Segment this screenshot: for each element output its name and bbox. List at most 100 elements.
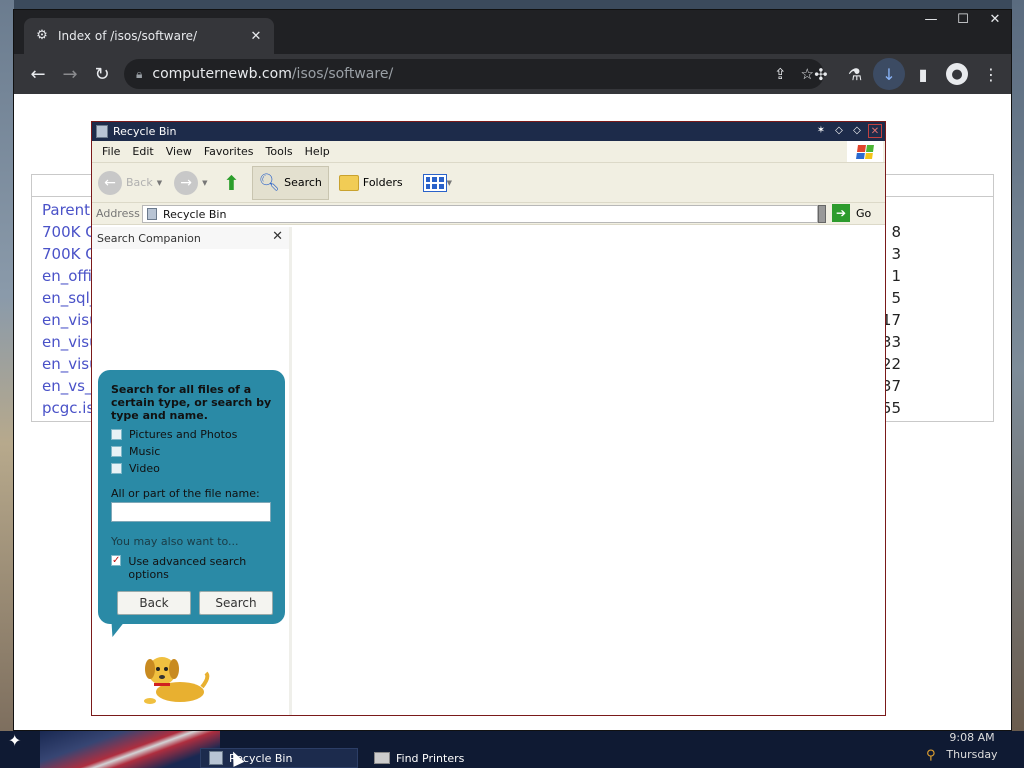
clock-time[interactable]: 9:08 AM (932, 731, 1012, 744)
go-arrow-icon: ➔ (832, 204, 850, 222)
search-submit-button[interactable]: Search (199, 591, 273, 615)
taskbar-item-label: Find Printers (396, 751, 465, 765)
maximize-icon[interactable]: ◇ (850, 124, 864, 138)
quick-launch-area (40, 731, 220, 768)
folder-icon (338, 174, 359, 191)
explorer-body: Search Companion ✕ Search for all files … (92, 227, 885, 715)
address-bar-row: Address Recycle Bin ➔ Go (92, 203, 885, 225)
advanced-checkbox[interactable]: ✓ (111, 555, 122, 566)
profile-avatar[interactable]: ● (941, 58, 973, 90)
address-field[interactable]: Recycle Bin (142, 205, 818, 223)
back-label[interactable]: Back (126, 176, 153, 189)
browser-toolbar: ← → ↻ 🔒︎ computernewb.com/isos/software/… (14, 54, 1011, 94)
search-companion-pane: Search Companion ✕ Search for all files … (92, 227, 292, 715)
filename-input[interactable] (111, 502, 271, 522)
also-want-label: You may also want to... (111, 535, 239, 548)
listing-size: 3 (891, 245, 901, 263)
search-dog-icon[interactable] (140, 647, 210, 707)
minimize-icon[interactable]: ◇ (832, 124, 846, 138)
option-pictures[interactable]: Pictures and Photos (111, 428, 272, 441)
back-button[interactable]: Back (117, 591, 191, 615)
taskbar-item-find-printers[interactable]: Find Printers (366, 748, 516, 768)
checkbox[interactable] (111, 429, 122, 440)
side-panel-icon[interactable]: ▮ (907, 58, 939, 90)
tab-close-icon[interactable]: ✕ (248, 29, 264, 44)
folder-up-icon[interactable]: ⬆ (220, 171, 244, 195)
views-grid-icon (422, 173, 447, 192)
views-button[interactable]: ▼ (422, 173, 460, 192)
explorer-titlebar[interactable]: Recycle Bin ✶ ◇ ◇ ✕ (92, 122, 885, 141)
option-music[interactable]: Music (111, 445, 272, 458)
minimize-icon[interactable]: — (915, 10, 947, 30)
address-dropdown[interactable] (818, 205, 826, 223)
back-dropdown-icon[interactable]: ▼ (157, 179, 162, 187)
option-video[interactable]: Video (111, 462, 272, 475)
menu-view[interactable]: View (160, 145, 198, 158)
menu-kebab-icon[interactable]: ⋮ (975, 58, 1007, 90)
clock-day[interactable]: Thursday (932, 748, 1012, 761)
maximize-icon[interactable]: ☐ (947, 10, 979, 30)
search-label: Search (284, 176, 322, 189)
search-button[interactable]: 🔍︎ Search (251, 165, 329, 200)
checkbox[interactable] (111, 463, 122, 474)
listing-size: 1 (891, 267, 901, 285)
listing-link[interactable]: Parent (42, 201, 90, 219)
url-host: computernewb.com (152, 66, 292, 82)
checkbox[interactable] (111, 446, 122, 457)
listing-link[interactable]: 700K G (42, 245, 97, 263)
browser-window-controls: — ☐ ✕ (915, 10, 1011, 30)
filename-label: All or part of the file name: (111, 487, 260, 500)
url-path: /isos/software/ (291, 66, 394, 82)
menu-edit[interactable]: Edit (126, 145, 159, 158)
listing-link[interactable]: 700K G (42, 223, 97, 241)
search-question: Search for all files of a certain type, … (111, 383, 272, 422)
listing-size: 5 (891, 289, 901, 307)
download-icon[interactable]: ↓ (873, 58, 905, 90)
taskbar-item-recycle-bin[interactable]: Recycle Bin (200, 748, 358, 768)
lock-icon: 🔒︎ (136, 66, 143, 81)
close-window-icon[interactable]: ✕ (979, 10, 1011, 30)
forward-arrow-icon[interactable]: → (54, 58, 86, 90)
option-label: Video (129, 462, 160, 475)
share-icon[interactable]: ⇪ (774, 65, 787, 83)
tab-title: Index of /isos/software/ (58, 29, 198, 43)
browser-tab[interactable]: ⚙ Index of /isos/software/ ✕ (24, 18, 274, 54)
go-button[interactable]: ➔ Go (832, 204, 871, 222)
forward-arrow-icon[interactable]: → (174, 170, 199, 195)
start-icon[interactable]: ✦ (8, 731, 30, 750)
system-tray: ⚲ 9:08 AM Thursday (926, 731, 1012, 763)
menu-tools[interactable]: Tools (260, 145, 299, 158)
back-arrow-icon[interactable]: ← (22, 58, 54, 90)
menu-file[interactable]: File (96, 145, 126, 158)
forward-dropdown-icon[interactable]: ▼ (202, 179, 207, 187)
menu-help[interactable]: Help (299, 145, 336, 158)
search-companion-title: Search Companion (97, 231, 201, 245)
key-icon[interactable]: ⚲ (926, 748, 936, 763)
recycle-bin-icon (147, 208, 157, 220)
address-bar[interactable]: 🔒︎ computernewb.com/isos/software/ ⇪ ☆ (124, 59, 824, 89)
labs-flask-icon[interactable]: ⚗ (839, 58, 871, 90)
desktop-background-left (0, 0, 14, 740)
menu-bar: File Edit View Favorites Tools Help (92, 141, 885, 163)
address-value: Recycle Bin (163, 207, 227, 221)
explorer-title: Recycle Bin (113, 125, 177, 138)
advanced-label: Use advanced search options (128, 555, 247, 581)
windows-logo-icon (847, 141, 883, 162)
taskbar: ✦ Recycle Bin Find Printers ⚲ 9:08 AM Th… (0, 731, 1024, 768)
file-view-area[interactable] (295, 227, 885, 715)
search-companion-header: Search Companion ✕ (92, 227, 289, 249)
explorer-toolbar: ← Back ▼ → ▼ ⬆ 🔍︎ Search Folders ▼ (92, 163, 885, 203)
reload-icon[interactable]: ↻ (86, 58, 118, 90)
extensions-puzzle-icon[interactable]: ✣ (805, 58, 837, 90)
close-icon[interactable]: ✕ (868, 124, 882, 138)
advanced-options[interactable]: ✓ Use advanced search options (111, 555, 272, 581)
explorer-window: Recycle Bin ✶ ◇ ◇ ✕ File Edit View Favor… (91, 121, 886, 716)
pin-icon[interactable]: ✶ (814, 124, 828, 138)
listing-link[interactable]: en_sql_ (42, 289, 97, 307)
menu-favorites[interactable]: Favorites (198, 145, 260, 158)
close-pane-icon[interactable]: ✕ (272, 229, 283, 244)
views-dropdown-icon: ▼ (446, 178, 453, 187)
back-arrow-icon[interactable]: ← (98, 170, 122, 195)
person-icon: ● (946, 63, 968, 85)
folders-button[interactable]: Folders (333, 166, 409, 200)
